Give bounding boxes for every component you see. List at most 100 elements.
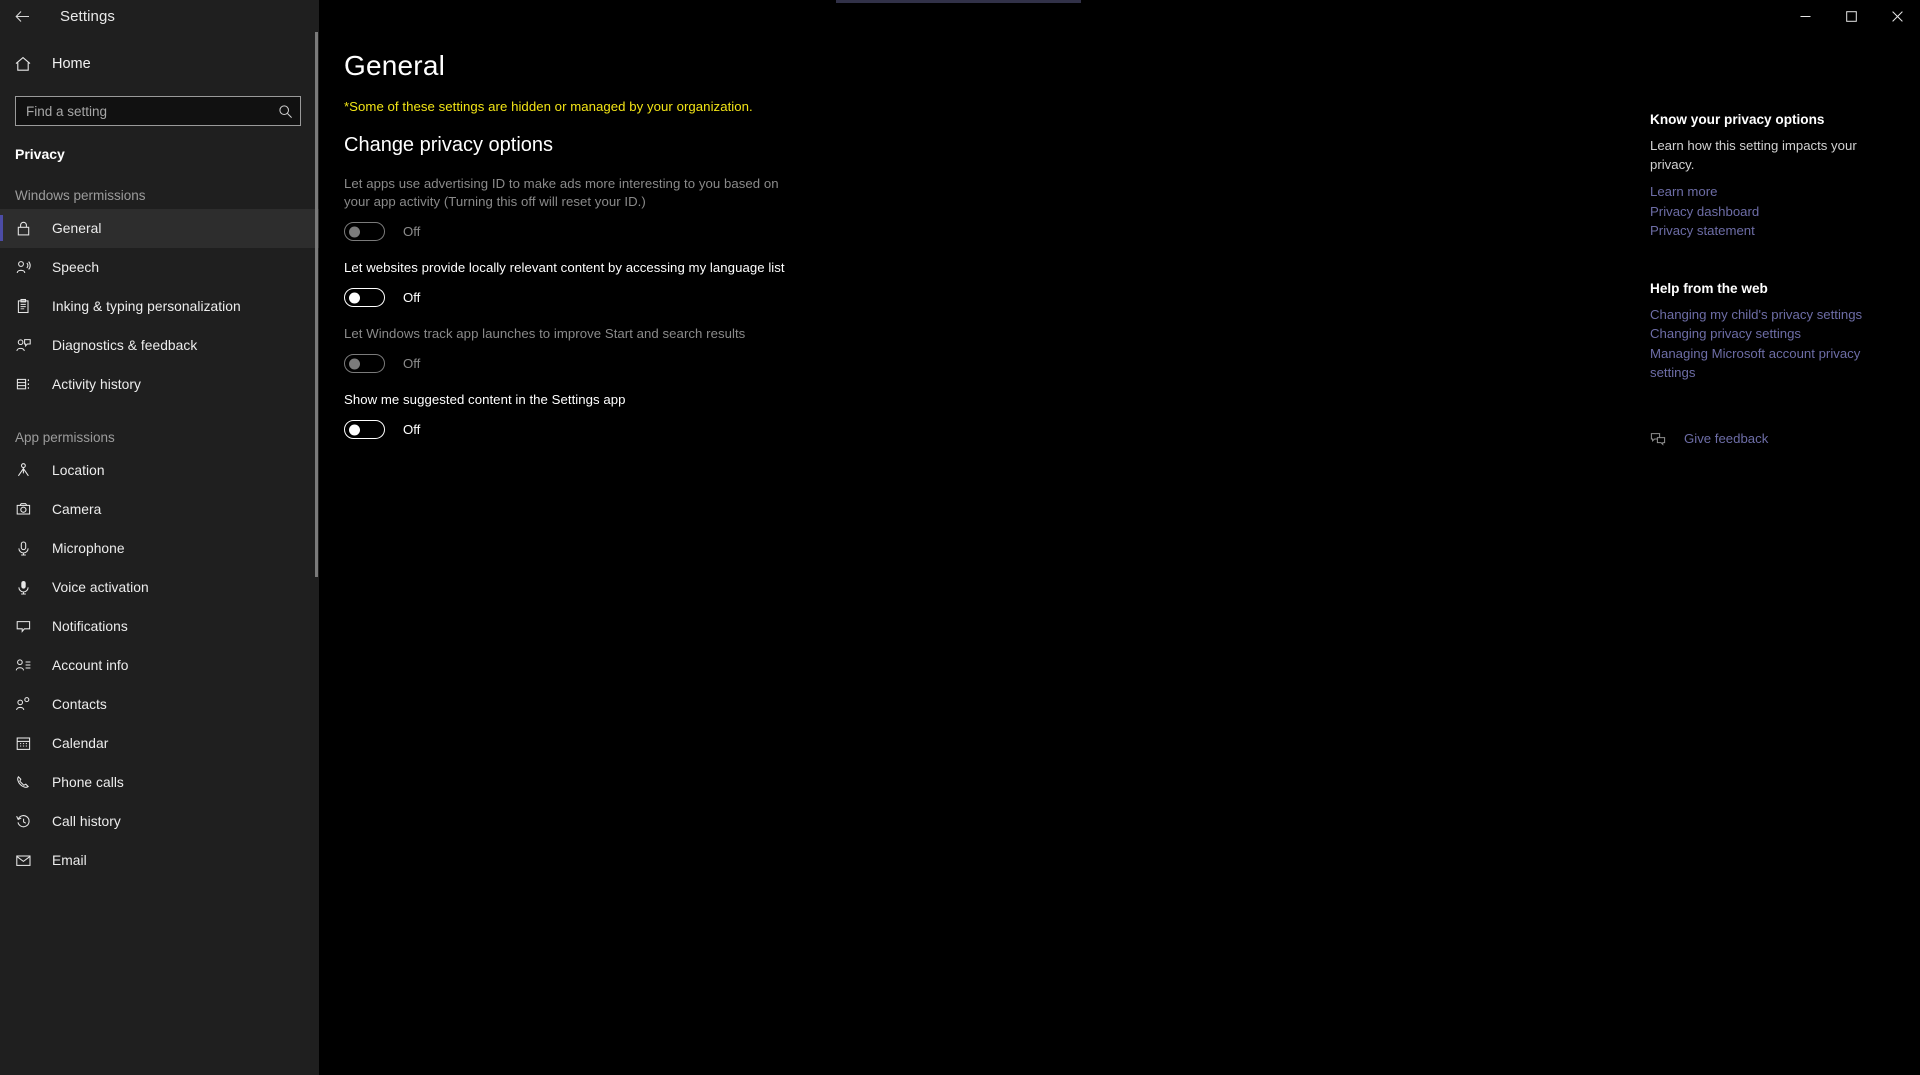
setting-suggested-content-toggle[interactable] [344, 420, 385, 439]
link-privacy-statement[interactable]: Privacy statement [1650, 221, 1900, 241]
close-button[interactable] [1874, 0, 1920, 32]
setting-language-list-label: Let websites provide locally relevant co… [344, 260, 785, 275]
link-changing-child-privacy-settings[interactable]: Changing my child's privacy settings [1650, 305, 1900, 325]
help-from-web-heading: Help from the web [1650, 280, 1768, 296]
feedback-icon [1650, 431, 1672, 447]
sidebar-item-phone-calls[interactable]: Phone calls [0, 763, 319, 802]
sidebar-item-activity-history[interactable]: Activity history [0, 365, 319, 404]
setting-language-list: Let websites provide locally relevant co… [344, 259, 789, 307]
privacy-options-body: Learn how this setting impacts your priv… [1650, 138, 1857, 172]
privacy-options-heading: Know your privacy options [1650, 112, 1825, 127]
search-container [0, 84, 319, 126]
setting-app-launch-tracking-state: Off [403, 356, 421, 371]
main-content: General *Some of these settings are hidd… [319, 32, 1609, 1075]
sidebar-item-diagnostics-feedback[interactable]: Diagnostics & feedback [0, 326, 319, 365]
sidebar-item-call-history[interactable]: Call history [0, 802, 319, 841]
sidebar-item-notifications[interactable]: Notifications [0, 607, 319, 646]
nav-group-app-permissions-label: App permissions [15, 430, 115, 445]
setting-language-list-toggle[interactable] [344, 288, 385, 307]
lock-icon [15, 218, 43, 240]
setting-suggested-content-label: Show me suggested content in the Setting… [344, 392, 626, 407]
sidebar-item-camera[interactable]: Camera [0, 490, 319, 529]
window-drag-accent [836, 0, 1081, 3]
sidebar-item-home[interactable]: Home [0, 44, 319, 84]
privacy-options-block: Know your privacy options Learn how this… [1650, 112, 1900, 241]
page-title: General [344, 50, 446, 81]
link-privacy-dashboard[interactable]: Privacy dashboard [1650, 202, 1900, 222]
sidebar-item-microphone-label: Microphone [52, 541, 125, 556]
setting-suggested-content: Show me suggested content in the Setting… [344, 391, 789, 439]
sidebar-item-diagnostics-label: Diagnostics & feedback [52, 338, 198, 353]
section-title: Change privacy options [344, 134, 554, 156]
person-feedback-icon [15, 335, 43, 357]
maximize-button[interactable] [1828, 0, 1874, 32]
sidebar-item-microphone[interactable]: Microphone [0, 529, 319, 568]
sidebar-item-email[interactable]: Email [0, 841, 319, 880]
speech-person-icon [15, 257, 43, 279]
sidebar-item-location[interactable]: Location [0, 451, 319, 490]
setting-app-launch-tracking-toggle[interactable] [344, 354, 385, 373]
sidebar-item-contacts[interactable]: Contacts [0, 685, 319, 724]
setting-advertising-id-toggle[interactable] [344, 222, 385, 241]
home-icon [14, 55, 44, 73]
title-bar-left: Settings [0, 0, 319, 32]
sidebar-scrollbar[interactable] [315, 32, 318, 577]
microphone-icon [15, 538, 43, 560]
setting-advertising-id-label: Let apps use advertising ID to make ads … [344, 176, 779, 209]
sidebar-item-voice-activation[interactable]: Voice activation [0, 568, 319, 607]
phone-icon [15, 772, 43, 794]
link-learn-more[interactable]: Learn more [1650, 182, 1900, 202]
sidebar-item-activity-history-label: Activity history [52, 377, 141, 392]
setting-app-launch-tracking-row: Off [344, 354, 789, 373]
account-info-icon [15, 655, 43, 677]
sidebar-item-general[interactable]: General [0, 209, 319, 248]
sidebar-home-label: Home [52, 56, 91, 72]
location-pin-icon [15, 460, 43, 482]
setting-suggested-content-state: Off [403, 422, 421, 437]
setting-language-list-row: Off [344, 288, 789, 307]
sidebar-item-camera-label: Camera [52, 502, 102, 517]
email-icon [15, 850, 43, 872]
search-icon[interactable] [270, 104, 300, 119]
sidebar-item-inking-typing-personalization[interactable]: Inking & typing personalization [0, 287, 319, 326]
sidebar-item-calendar[interactable]: Calendar [0, 724, 319, 763]
setting-advertising-id: Let apps use advertising ID to make ads … [344, 175, 789, 241]
sidebar-item-email-label: Email [52, 853, 87, 868]
call-history-icon [15, 811, 43, 833]
link-changing-privacy-settings[interactable]: Changing privacy settings [1650, 324, 1900, 344]
give-feedback-label: Give feedback [1684, 431, 1769, 446]
sidebar-item-voice-activation-label: Voice activation [52, 580, 149, 595]
setting-app-launch-tracking-label: Let Windows track app launches to improv… [344, 326, 746, 341]
calendar-icon [15, 733, 43, 755]
sidebar-item-location-label: Location [52, 463, 105, 478]
toggle-knob [349, 358, 360, 369]
search-box[interactable] [15, 96, 301, 126]
activity-history-icon [15, 374, 43, 396]
title-bar: Settings [0, 0, 1920, 32]
sidebar-item-speech[interactable]: Speech [0, 248, 319, 287]
right-rail: Know your privacy options Learn how this… [1650, 32, 1900, 1075]
search-input[interactable] [16, 103, 270, 119]
setting-language-list-state: Off [403, 290, 421, 305]
setting-app-launch-tracking: Let Windows track app launches to improv… [344, 325, 789, 373]
setting-advertising-id-row: Off [344, 222, 789, 241]
sidebar-item-account-info[interactable]: Account info [0, 646, 319, 685]
back-button[interactable] [0, 0, 44, 32]
toggle-knob [349, 226, 360, 237]
sidebar-item-phone-calls-label: Phone calls [52, 775, 124, 790]
nav-group-windows-permissions-label: Windows permissions [15, 188, 146, 203]
clipboard-pen-icon [15, 296, 43, 318]
notification-bubble-icon [15, 616, 43, 638]
sidebar-item-notifications-label: Notifications [52, 619, 128, 634]
sidebar-item-speech-label: Speech [52, 260, 100, 275]
navigation-sidebar: Home Privacy Windows permissions [0, 32, 319, 1075]
give-feedback-row[interactable]: Give feedback [1650, 431, 1900, 447]
title-bar-right [319, 0, 1920, 32]
minimize-button[interactable] [1782, 0, 1828, 32]
sidebar-item-inking-label: Inking & typing personalization [52, 299, 241, 314]
link-managing-microsoft-account-privacy-settings[interactable]: Managing Microsoft account privacy setti… [1650, 344, 1900, 383]
sidebar-item-contacts-label: Contacts [52, 697, 107, 712]
app-title: Settings [60, 7, 115, 25]
setting-advertising-id-state: Off [403, 224, 421, 239]
voice-activation-icon [15, 577, 43, 599]
